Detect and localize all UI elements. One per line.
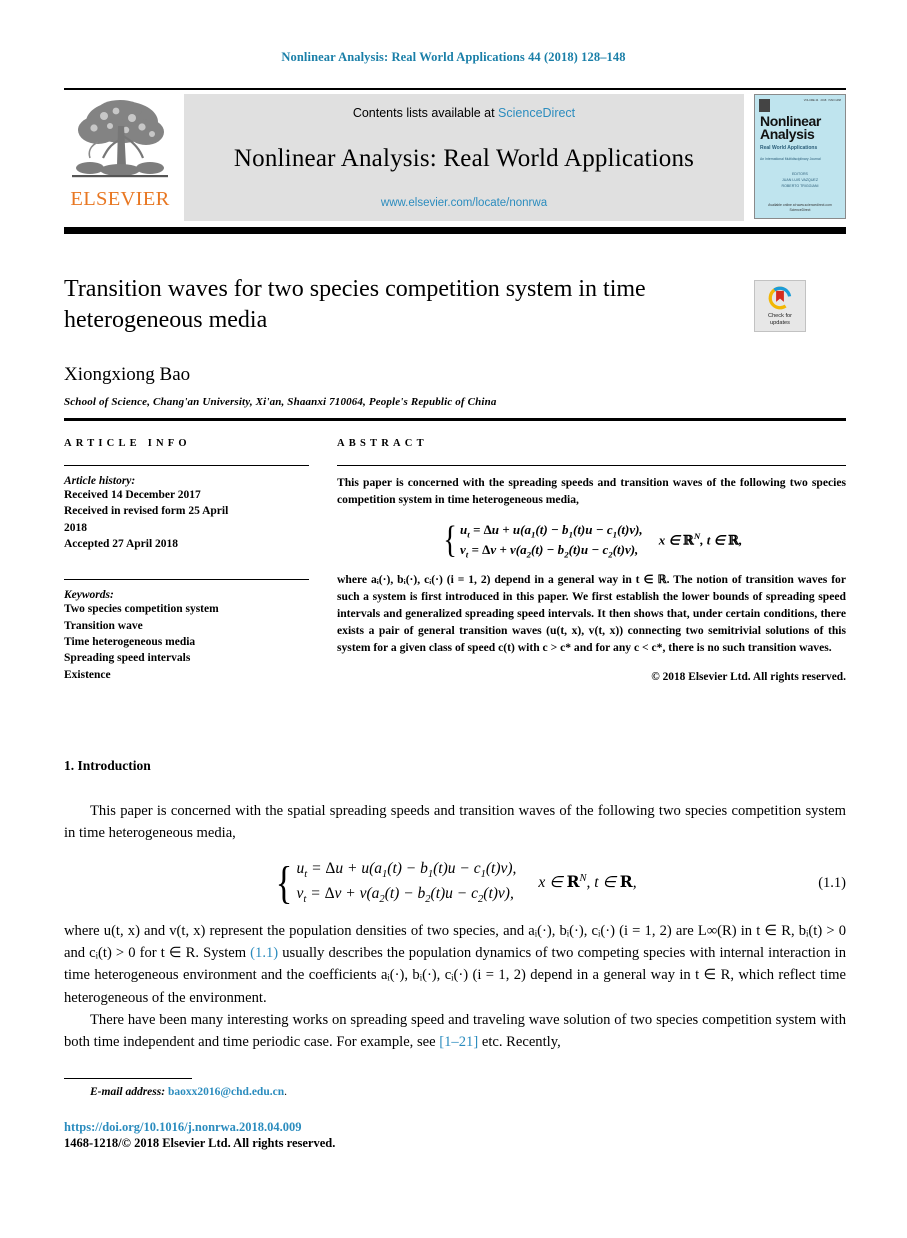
- cover-footer: Available online at www.sciencedirect.co…: [755, 203, 845, 213]
- article-info-column: ARTICLE INFO Article history: Received 1…: [64, 438, 309, 683]
- header-thick-rule: [64, 227, 846, 234]
- crossmark-line2: updates: [770, 320, 790, 326]
- equation-1-1-condition: x ∈ RN, t ∈ R,: [538, 872, 637, 892]
- cover-subtitle: Real World Applications: [760, 145, 818, 151]
- footnote-rule: [64, 1078, 192, 1079]
- body-text: This paper is concerned with the spatial…: [64, 800, 846, 1053]
- keyword-item: Spreading speed intervals: [64, 652, 191, 665]
- equation-brace-icon: {: [276, 857, 293, 909]
- keywords-rule: [64, 579, 309, 581]
- keyword-item: Transition wave: [64, 619, 143, 632]
- page-footer: E-mail address: baoxx2016@chd.edu.cn. ht…: [64, 1078, 846, 1151]
- cover-title-line2: Analysis: [760, 126, 815, 143]
- article-history-line: Accepted 27 April 2018: [64, 537, 179, 550]
- abstract-equation-condition: x ∈ ℝN, t ∈ ℝ,: [658, 531, 743, 549]
- cover-journal-name: Nonlinear Analysis: [760, 114, 840, 143]
- body-paragraph-2: where u(t, x) and v(t, x) represent the …: [64, 920, 846, 1009]
- crossmark-label: Check for updates: [768, 313, 792, 327]
- sciencedirect-link[interactable]: ScienceDirect: [498, 106, 575, 120]
- body-paragraph-3-part-b: etc. Recently,: [478, 1033, 561, 1050]
- abstract-heading: ABSTRACT: [337, 438, 428, 449]
- article-info-rule: [64, 465, 309, 466]
- equation-1-1: { ut = Δu + u(a1(t) − b1(t)u − c1(t)v), …: [64, 858, 846, 907]
- journal-header-band: ELSEVIER Contents lists available at Sci…: [64, 88, 846, 234]
- body-area: 1. Introduction This paper is concerned …: [64, 758, 846, 1053]
- journal-banner-panel: Contents lists available at ScienceDirec…: [184, 94, 744, 221]
- doi-link[interactable]: https://doi.org/10.1016/j.nonrwa.2018.04…: [64, 1120, 846, 1135]
- crossmark-line1: Check for: [768, 313, 792, 320]
- abstract-paragraph-1: This paper is concerned with the spreadi…: [337, 476, 846, 506]
- abstract-equation-line-1: ut = Δu + u(a1(t) − b1(t)u − c1(t)v),: [460, 521, 643, 540]
- equation-1-1-line-2: vt = Δv + v(a2(t) − b2(t)u − c2(t)v),: [296, 884, 514, 905]
- cover-topbar: VOLUME 44 2018 ISSN 1468: [759, 99, 841, 112]
- article-history-line: Received in revised form 25 April: [64, 505, 229, 518]
- article-info-heading: ARTICLE INFO: [64, 438, 191, 449]
- cover-subtitle2: An International Multidisciplinary Journ…: [760, 157, 821, 161]
- issn-copyright-line: 1468-1218/© 2018 Elsevier Ltd. All right…: [64, 1136, 336, 1150]
- cover-elsevier-mark-icon: [759, 99, 770, 112]
- keyword-item: Two species competition system: [64, 603, 219, 616]
- section-heading-introduction: 1. Introduction: [64, 758, 151, 773]
- journal-cover-thumbnail: VOLUME 44 2018 ISSN 1468 Nonlinear Analy…: [754, 94, 846, 219]
- citation-reference-link[interactable]: [1–21]: [439, 1034, 478, 1050]
- article-history-line: Received 14 December 2017: [64, 489, 201, 501]
- keywords-label: Keywords:: [64, 589, 114, 602]
- paper-page: Nonlinear Analysis: Real World Applicati…: [0, 0, 907, 1238]
- keyword-item: Time heterogeneous media: [64, 635, 196, 648]
- equation-brace-icon: {: [443, 519, 457, 562]
- abstract-rule: [337, 465, 846, 466]
- keywords-list: Two species competition system Transitio…: [64, 601, 309, 683]
- email-period: .: [284, 1086, 287, 1098]
- title-block: Transition waves for two species competi…: [64, 274, 846, 421]
- journal-url-link[interactable]: www.elsevier.com/locate/nonrwa: [381, 197, 547, 209]
- author-affiliation: School of Science, Chang'an University, …: [64, 396, 497, 409]
- crossmark-badge[interactable]: Check for updates: [754, 280, 806, 332]
- journal-title: Nonlinear Analysis: Real World Applicati…: [233, 144, 695, 172]
- footnote-email: E-mail address: baoxx2016@chd.edu.cn.: [64, 1086, 846, 1098]
- running-head: Nonlinear Analysis: Real World Applicati…: [281, 50, 626, 64]
- cover-editors: EDITORS JUAN LUIS VAZQUEZ ROBERTO TRIGGI…: [755, 171, 845, 189]
- header-top-rule: [64, 88, 846, 90]
- equation-1-1-line-1: ut = Δu + u(a1(t) − b1(t)u − c1(t)v),: [296, 860, 517, 881]
- body-paragraph-3: There have been many interesting works o…: [64, 1009, 846, 1053]
- article-history-line: 2018: [64, 521, 87, 534]
- column-gap: [309, 438, 337, 683]
- email-label: E-mail address:: [90, 1086, 166, 1098]
- abstract-copyright: © 2018 Elsevier Ltd. All rights reserved…: [651, 671, 846, 684]
- page-title: Transition waves for two species competi…: [64, 276, 646, 334]
- title-bottom-rule: [64, 418, 846, 421]
- elsevier-tree-icon: [72, 98, 168, 184]
- keyword-item: Existence: [64, 668, 111, 681]
- crossmark-icon: [768, 286, 792, 310]
- equation-1-1-number: (1.1): [818, 874, 846, 891]
- abstract-body: This paper is concerned with the spreadi…: [337, 475, 846, 656]
- info-abstract-area: ARTICLE INFO Article history: Received 1…: [64, 438, 846, 683]
- elsevier-wordmark: ELSEVIER: [70, 188, 170, 210]
- abstract-column: ABSTRACT This paper is concerned with th…: [337, 438, 846, 683]
- cover-editor-2: ROBERTO TRIGGIANI: [781, 184, 819, 189]
- article-history-label: Article history:: [64, 475, 136, 487]
- abstract-equation-line-2: vt = Δv + v(a2(t) − b2(t)u − c2(t)v),: [460, 542, 639, 560]
- cover-foot-line2: ScienceDirect: [789, 207, 811, 212]
- contents-available-line: Contents lists available at ScienceDirec…: [353, 106, 575, 120]
- cover-volume-text: VOLUME 44 2018 ISSN 1468: [803, 99, 841, 102]
- elsevier-logo: ELSEVIER: [64, 94, 176, 221]
- abstract-paragraph-2: where aᵢ(·), bᵢ(·), cᵢ(·) (i = 1, 2) dep…: [337, 573, 846, 654]
- contents-prefix-text: Contents lists available at: [352, 106, 499, 120]
- email-address-link[interactable]: baoxx2016@chd.edu.cn: [168, 1086, 284, 1098]
- body-paragraph-1: This paper is concerned with the spatial…: [64, 803, 846, 842]
- equation-reference-link[interactable]: (1.1): [250, 945, 278, 961]
- author-name: Xiongxiong Bao: [64, 364, 191, 386]
- abstract-equation: { ut = Δu + u(a1(t) − b1(t)u − c1(t)v), …: [337, 521, 846, 562]
